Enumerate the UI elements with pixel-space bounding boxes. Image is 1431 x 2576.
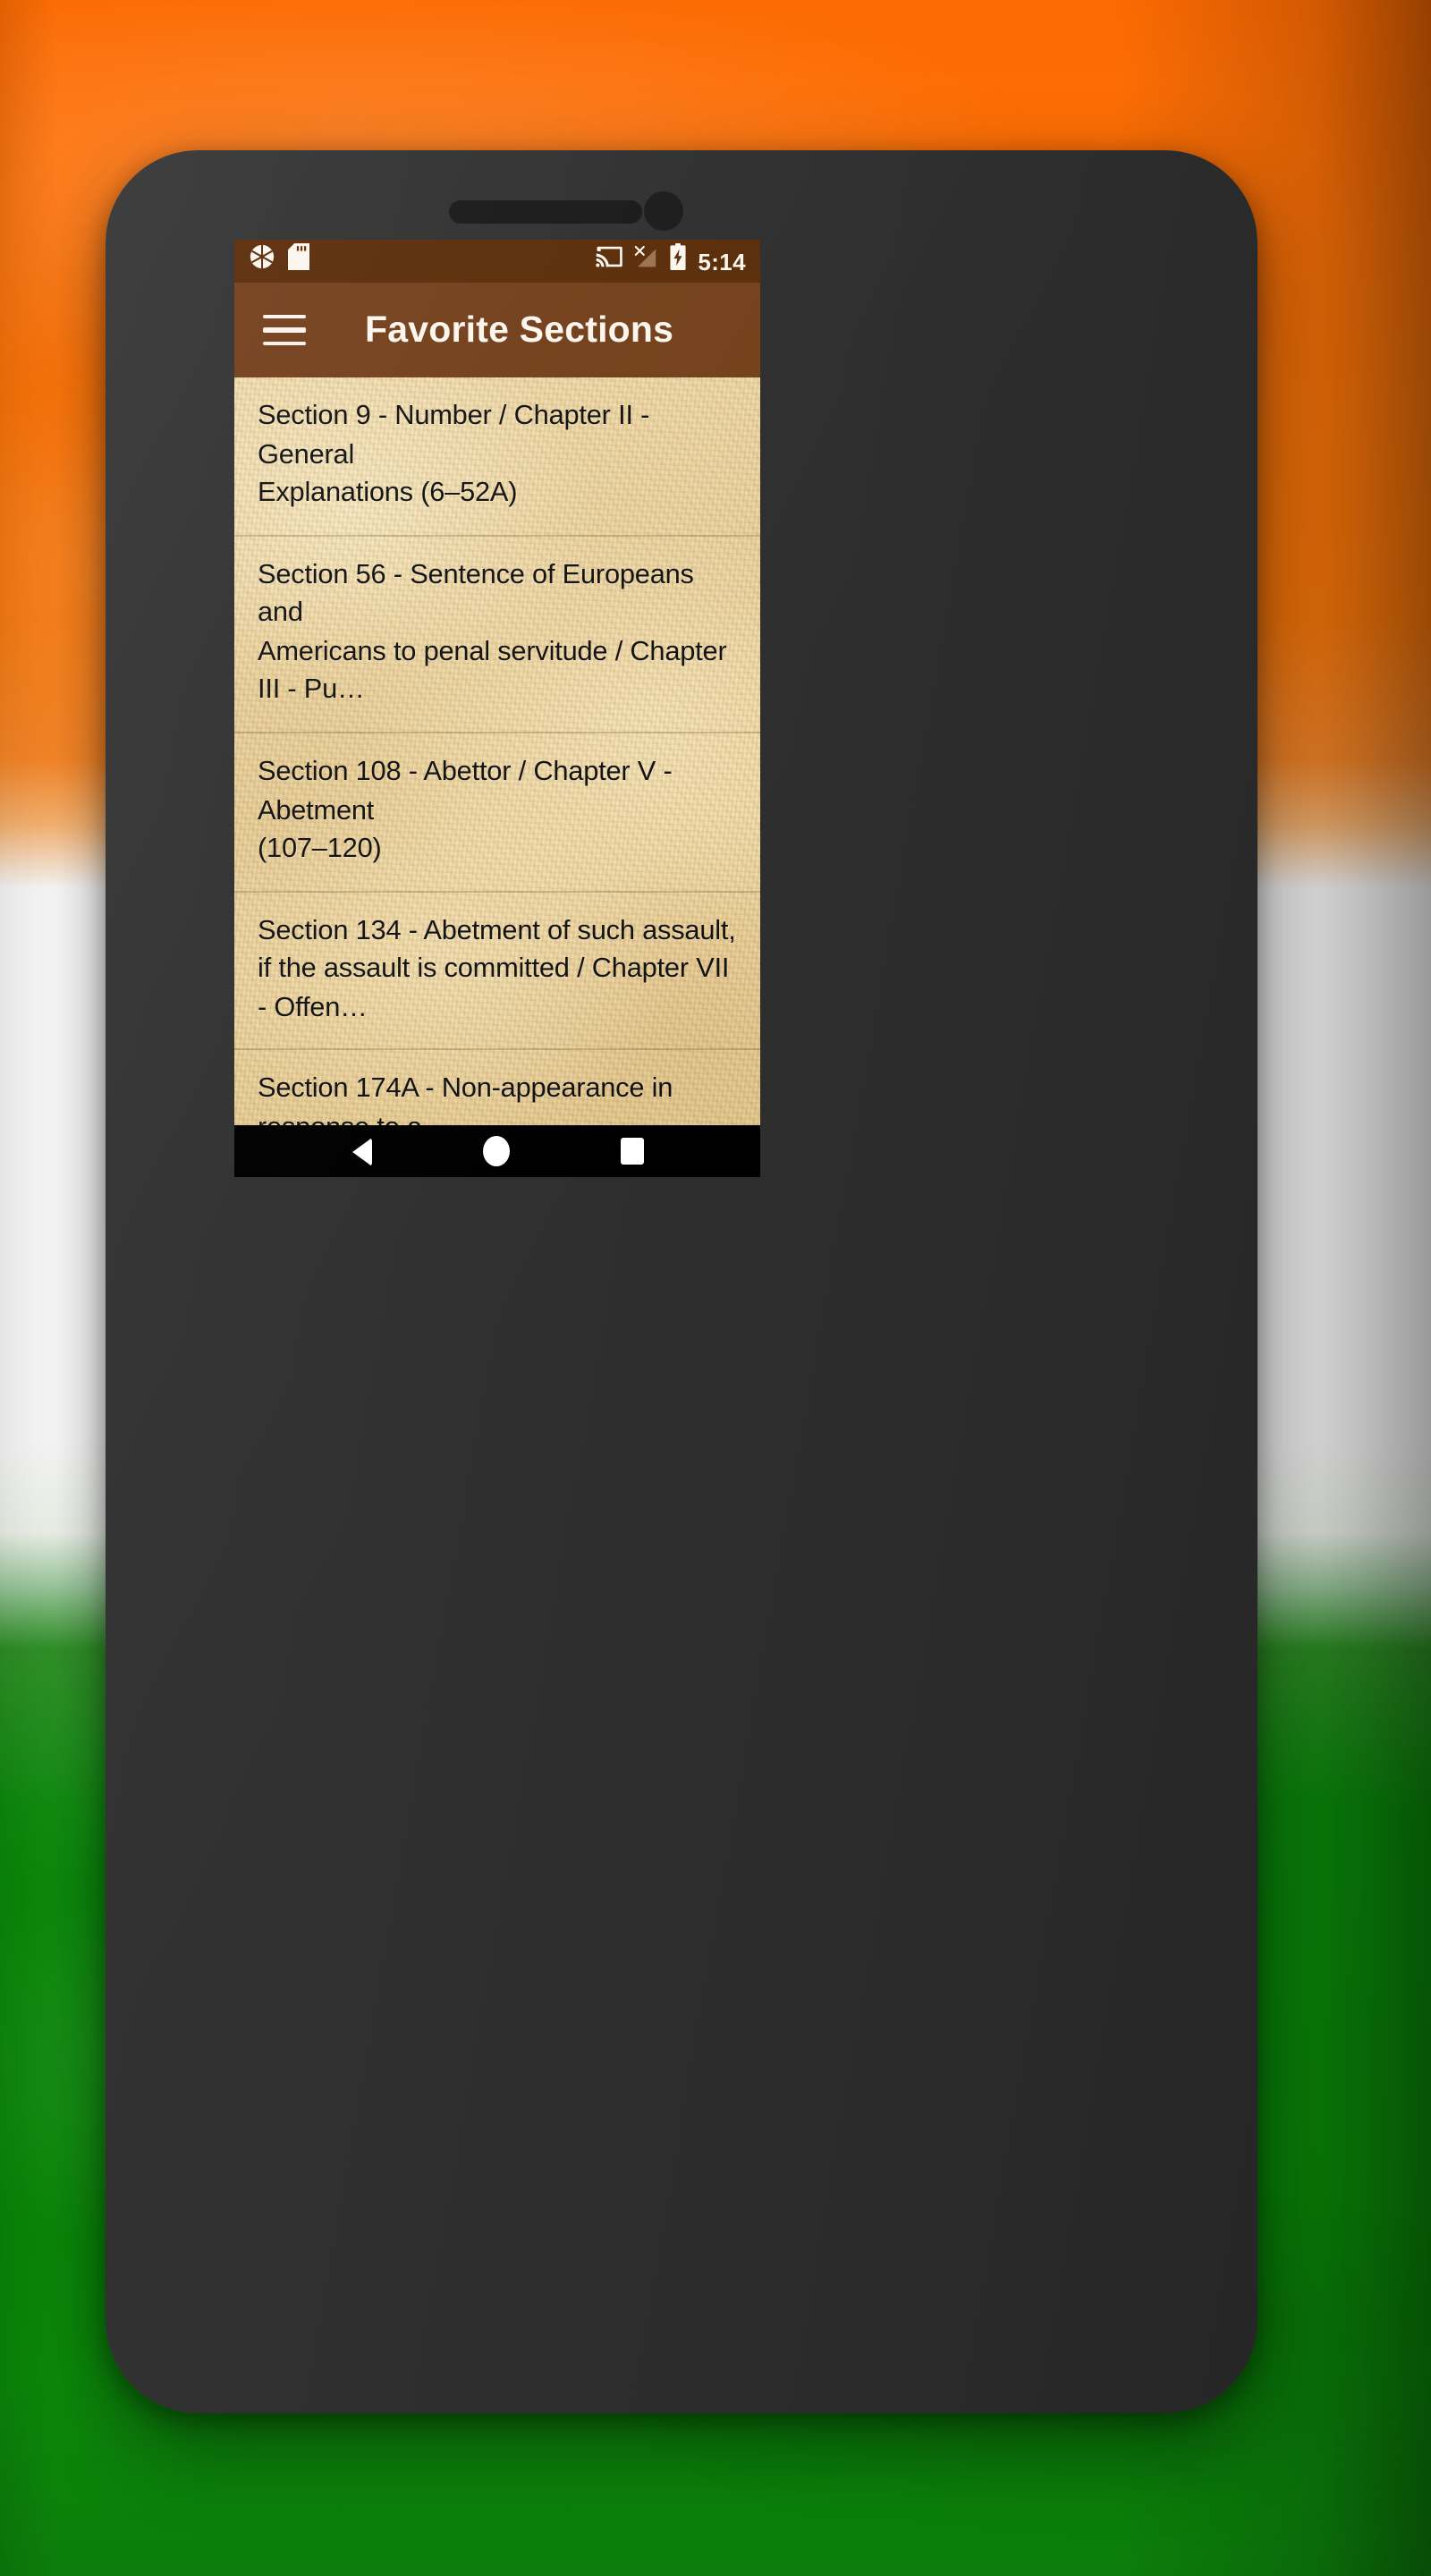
list-item-label: Section 134 - Abetment of such assault, …: [258, 915, 736, 1023]
triangle-back-icon: [352, 1137, 373, 1165]
android-navigation-bar: [234, 1125, 760, 1177]
sd-card-icon: [288, 243, 309, 279]
status-bar-right-icons: 5:14: [596, 243, 746, 279]
status-bar: 5:14: [234, 240, 760, 283]
list-item[interactable]: Section 56 - Sentence of Europeans and A…: [234, 536, 760, 733]
list-item-label: Section 56 - Sentence of Europeans and A…: [258, 559, 727, 706]
list-item[interactable]: Section 108 - Abettor / Chapter V - Abet…: [234, 733, 760, 893]
list-item[interactable]: Section 134 - Abetment of such assault, …: [234, 892, 760, 1051]
screenshot-root: 5:14 Favorite Sections Section 9 - Numbe…: [0, 0, 1431, 2576]
app-bar: Favorite Sections: [234, 283, 760, 377]
no-sim-signal-icon: [633, 244, 658, 278]
hamburger-menu-icon[interactable]: [263, 305, 313, 355]
battery-charging-icon: [669, 243, 687, 279]
square-recents-icon: [620, 1138, 644, 1165]
menu-line-2: [263, 327, 306, 333]
menu-line-1: [263, 314, 306, 319]
list-item-label: Section 9 - Number / Chapter II - Genera…: [258, 401, 650, 509]
phone-device-frame: 5:14 Favorite Sections Section 9 - Numbe…: [106, 150, 1257, 2413]
favorite-sections-list[interactable]: Section 9 - Number / Chapter II - Genera…: [234, 377, 760, 1125]
list-item[interactable]: Section 174A - Non-appearance in respons…: [234, 1051, 760, 1125]
circle-home-icon: [483, 1136, 511, 1166]
phone-screen: 5:14 Favorite Sections Section 9 - Numbe…: [234, 240, 760, 1177]
front-camera: [644, 191, 683, 231]
menu-line-3: [263, 341, 306, 346]
earpiece-speaker: [449, 200, 642, 224]
cast-screen-icon: [596, 245, 623, 277]
camera-aperture-icon: [249, 243, 275, 279]
nav-home-button[interactable]: [461, 1125, 533, 1177]
nav-recents-button[interactable]: [597, 1125, 668, 1177]
nav-back-button[interactable]: [326, 1125, 398, 1177]
list-item[interactable]: Section 9 - Number / Chapter II - Genera…: [234, 377, 760, 537]
list-item-label: Section 108 - Abettor / Chapter V - Abet…: [258, 756, 673, 865]
list-item-label: Section 174A - Non-appearance in respons…: [258, 1073, 673, 1125]
status-bar-clock: 5:14: [698, 248, 746, 275]
status-bar-left-icons: [249, 243, 309, 279]
page-title: Favorite Sections: [365, 309, 674, 350]
